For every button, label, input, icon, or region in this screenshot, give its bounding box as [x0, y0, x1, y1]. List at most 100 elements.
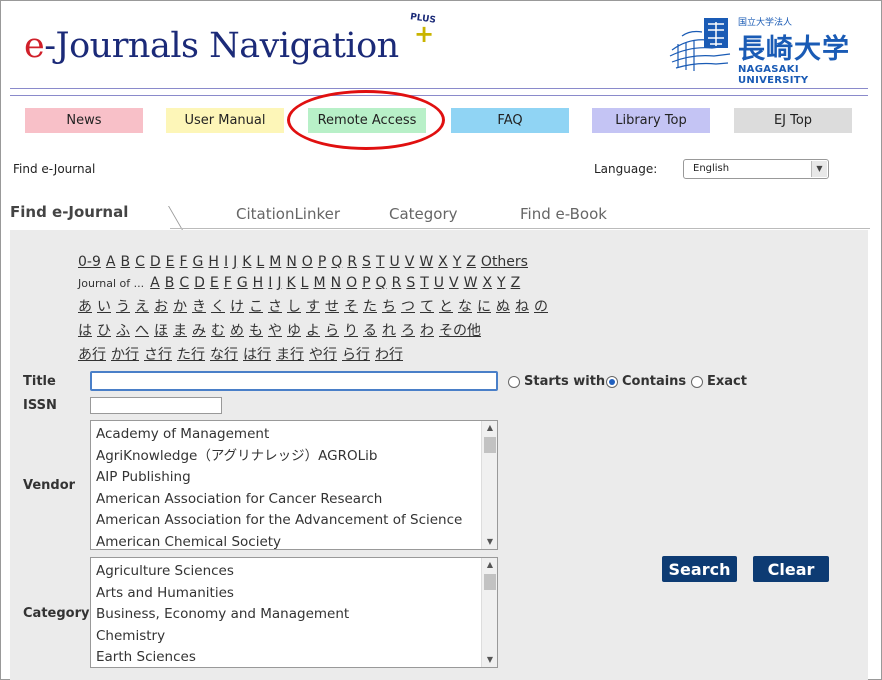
alpha-index-link[interactable]: む: [211, 323, 225, 339]
list-item[interactable]: Business, Economy and Management: [91, 604, 497, 626]
alpha-index-link[interactable]: L: [301, 275, 309, 291]
list-item[interactable]: Agriculture Sciences: [91, 561, 497, 583]
alpha-index-link[interactable]: に: [477, 299, 491, 315]
vendor-scrollbar[interactable]: ▲ ▼: [481, 421, 497, 549]
alpha-index-link[interactable]: か: [173, 299, 187, 315]
alpha-index-link[interactable]: M: [269, 254, 281, 270]
category-scrollbar[interactable]: ▲ ▼: [481, 558, 497, 667]
alpha-index-link[interactable]: れ: [382, 323, 396, 339]
radio-contains[interactable]: Contains: [606, 374, 686, 389]
title-input[interactable]: [90, 371, 498, 391]
alpha-index-link[interactable]: B: [165, 275, 175, 291]
alpha-index-link[interactable]: わ: [420, 323, 434, 339]
radio-starts-with[interactable]: Starts with: [508, 374, 605, 389]
list-item[interactable]: Arts and Humanities: [91, 583, 497, 605]
alpha-index-link[interactable]: K: [286, 275, 295, 291]
alpha-index-link[interactable]: V: [405, 254, 415, 270]
alpha-index-link[interactable]: X: [438, 254, 448, 270]
list-item[interactable]: American Chemical Society: [91, 532, 497, 550]
alpha-index-link[interactable]: つ: [401, 299, 415, 315]
nav-library-top-button[interactable]: Library Top: [592, 108, 710, 133]
alpha-index-link[interactable]: C: [135, 254, 145, 270]
alpha-index-link[interactable]: X: [482, 275, 492, 291]
nav-faq-button[interactable]: FAQ: [451, 108, 569, 133]
radio-starts-with-circle[interactable]: [508, 375, 520, 388]
alpha-index-link[interactable]: た行: [177, 347, 205, 363]
alpha-index-link[interactable]: た: [363, 299, 377, 315]
alpha-index-link[interactable]: F: [179, 254, 187, 270]
alpha-index-link[interactable]: Q: [376, 275, 387, 291]
alpha-index-link[interactable]: さ行: [144, 347, 172, 363]
alpha-index-link[interactable]: J: [233, 254, 237, 270]
alpha-index-link[interactable]: E: [210, 275, 219, 291]
scroll-thumb[interactable]: [484, 437, 496, 453]
alpha-index-link[interactable]: S: [362, 254, 371, 270]
alpha-index-link[interactable]: J: [277, 275, 281, 291]
alpha-index-link[interactable]: H: [208, 254, 219, 270]
alpha-index-link[interactable]: も: [249, 323, 263, 339]
alpha-index-link[interactable]: て: [420, 299, 434, 315]
scroll-thumb[interactable]: [484, 574, 496, 590]
alpha-index-link[interactable]: I: [268, 275, 272, 291]
alpha-index-link[interactable]: ら: [325, 323, 339, 339]
alpha-index-link[interactable]: け: [230, 299, 244, 315]
list-item[interactable]: AgriKnowledge（アグリナレッジ）AGROLib: [91, 446, 497, 468]
alpha-index-link[interactable]: P: [362, 275, 370, 291]
alpha-index-link[interactable]: Y: [453, 254, 462, 270]
alpha-index-link[interactable]: と: [439, 299, 453, 315]
alpha-index-link[interactable]: A: [106, 254, 116, 270]
list-item[interactable]: American Association for Cancer Research: [91, 489, 497, 511]
alpha-index-link[interactable]: R: [392, 275, 402, 291]
alpha-index-link[interactable]: せ: [325, 299, 339, 315]
alpha-index-link[interactable]: こ: [249, 299, 263, 315]
alpha-index-link[interactable]: い: [97, 299, 111, 315]
alpha-index-link[interactable]: よ: [306, 323, 320, 339]
list-item[interactable]: Academy of Management: [91, 424, 497, 446]
site-logo[interactable]: e-Journals Navigation: [24, 26, 399, 66]
alpha-index-link[interactable]: ら行: [342, 347, 370, 363]
alpha-index-link[interactable]: は: [78, 323, 92, 339]
list-item[interactable]: Earth Sciences: [91, 647, 497, 667]
alpha-index-link[interactable]: ま: [173, 323, 187, 339]
alpha-index-link[interactable]: H: [253, 275, 264, 291]
alpha-index-link[interactable]: R: [347, 254, 357, 270]
alpha-index-link[interactable]: W: [419, 254, 433, 270]
tab-find-ebook[interactable]: Find e-Book: [520, 205, 607, 223]
alpha-index-link[interactable]: 0-9: [78, 254, 101, 270]
alpha-index-link[interactable]: A: [150, 275, 160, 291]
alpha-index-link[interactable]: P: [318, 254, 326, 270]
alpha-index-link[interactable]: Others: [481, 254, 528, 270]
alpha-index-link[interactable]: へ: [135, 323, 149, 339]
alpha-index-link[interactable]: D: [194, 275, 205, 291]
alpha-index-link[interactable]: G: [237, 275, 248, 291]
alpha-index-link[interactable]: あ: [78, 299, 92, 315]
alpha-index-link[interactable]: く: [211, 299, 225, 315]
alpha-index-link[interactable]: G: [193, 254, 204, 270]
alpha-index-link[interactable]: Z: [466, 254, 476, 270]
university-logo[interactable]: 国立大学法人 長崎大学 NAGASAKI UNIVERSITY: [668, 14, 868, 86]
alpha-index-link[interactable]: Q: [331, 254, 342, 270]
tab-citation-linker[interactable]: CitationLinker: [236, 205, 340, 223]
alpha-index-link[interactable]: ろ: [401, 323, 415, 339]
alpha-index-link[interactable]: その他: [439, 323, 481, 339]
alpha-index-link[interactable]: ゆ: [287, 323, 301, 339]
alpha-index-link[interactable]: わ行: [375, 347, 403, 363]
tab-find-ejournal[interactable]: Find e-Journal: [10, 203, 128, 221]
alpha-index-link[interactable]: ね: [515, 299, 529, 315]
list-item[interactable]: Chemistry: [91, 626, 497, 648]
alpha-index-link[interactable]: き: [192, 299, 206, 315]
alpha-index-link[interactable]: U: [434, 275, 444, 291]
alpha-index-link[interactable]: す: [306, 299, 320, 315]
alpha-index-link[interactable]: あ行: [78, 347, 106, 363]
nav-news-button[interactable]: News: [25, 108, 143, 133]
alpha-index-link[interactable]: I: [224, 254, 228, 270]
alpha-index-link[interactable]: さ: [268, 299, 282, 315]
alpha-index-link[interactable]: L: [256, 254, 264, 270]
alpha-index-link[interactable]: W: [464, 275, 478, 291]
alpha-index-link[interactable]: V: [449, 275, 459, 291]
alpha-index-link[interactable]: り: [344, 323, 358, 339]
alpha-index-link[interactable]: U: [390, 254, 400, 270]
alpha-index-link[interactable]: N: [331, 275, 341, 291]
alpha-index-link[interactable]: ふ: [116, 323, 130, 339]
category-listbox[interactable]: Agriculture Sciences Arts and Humanities B…: [90, 557, 498, 668]
